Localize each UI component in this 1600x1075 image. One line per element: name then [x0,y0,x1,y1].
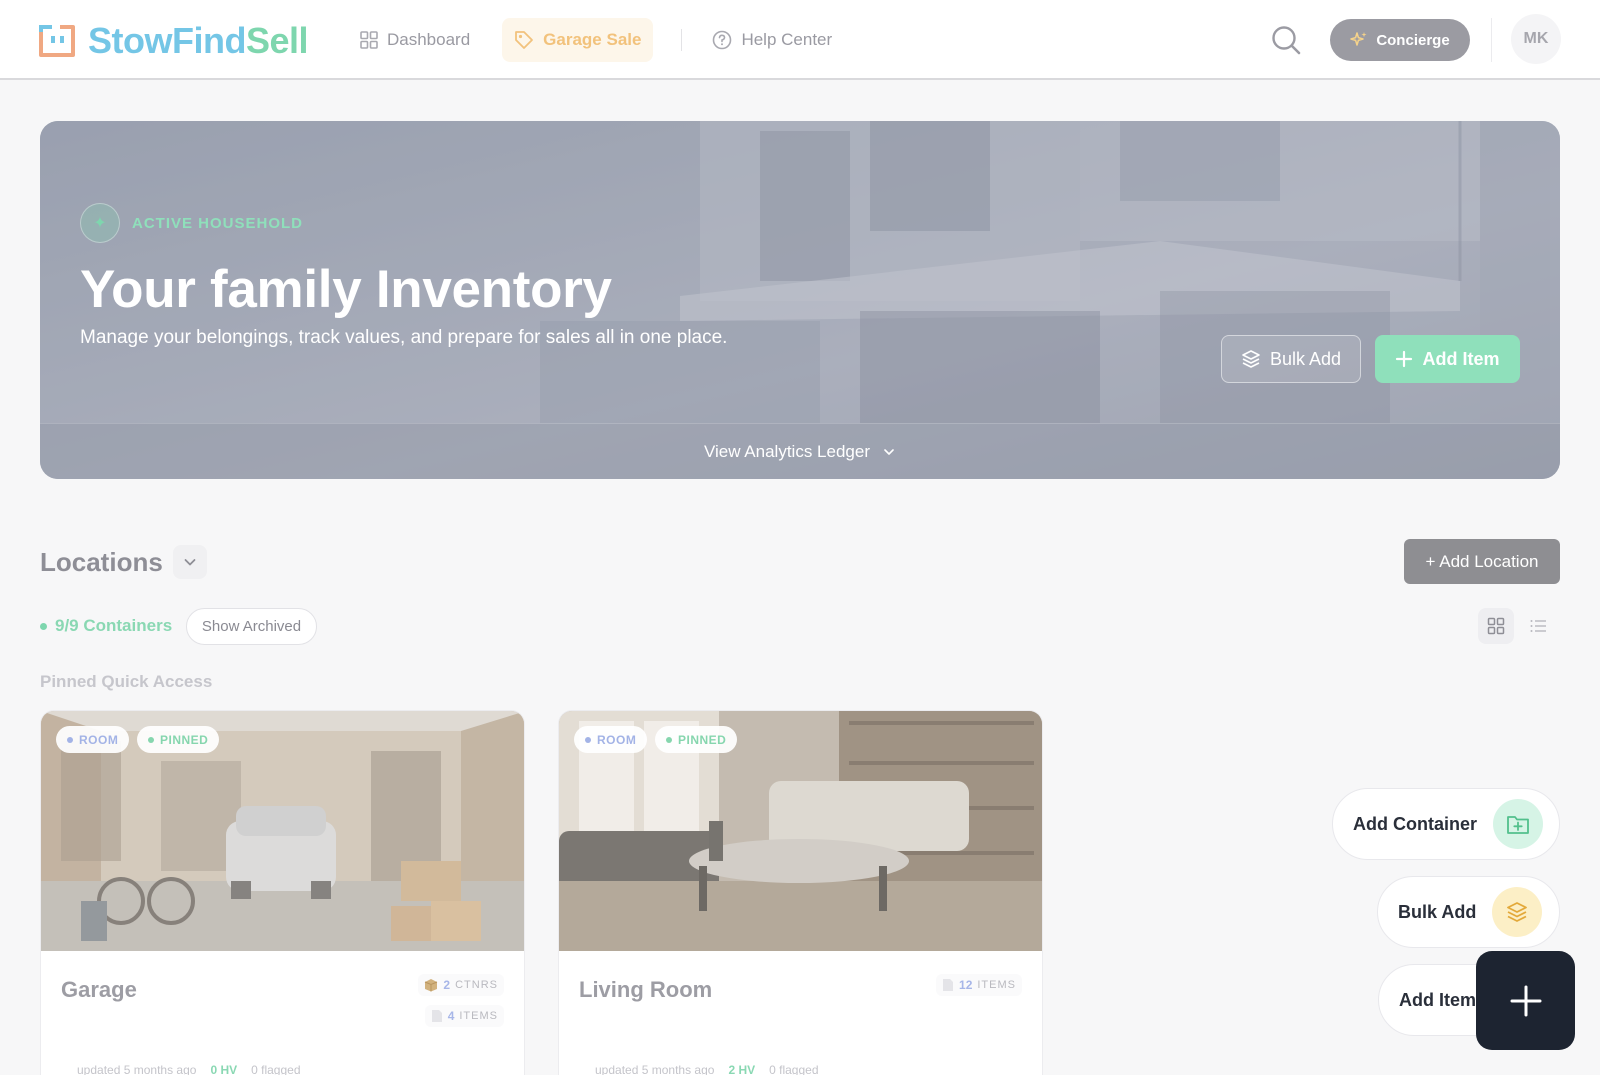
hero-bulk-add-button[interactable]: Bulk Add [1221,335,1361,383]
view-analytics-toggle[interactable]: View Analytics Ledger [40,423,1560,479]
nav-garage-sale-label: Garage Sale [543,30,642,49]
flagged-count: 0 flagged [251,1063,301,1075]
hero-add-item-label: Add Item [1422,348,1500,369]
active-household-label: ACTIVE HOUSEHOLD [132,214,304,232]
plus-icon [1510,985,1541,1016]
chevron-down-icon [184,559,196,566]
status-dot [40,622,47,630]
nav-garage-sale[interactable]: Garage Sale [502,18,654,62]
locations-collapse-button[interactable] [173,545,207,579]
fab-toggle-button[interactable] [1476,951,1575,1050]
fab-add-item-label: Add Item [1399,989,1477,1010]
list-icon [1530,620,1546,632]
fab-bulk-add-label: Bulk Add [1398,901,1477,922]
flagged-count: 0 flagged [769,1063,819,1075]
items-meta: 4 ITEMS [424,1005,504,1027]
active-household-badge: ✦ ACTIVE HOUSEHOLD [80,203,303,243]
nav-dashboard-label: Dashboard [387,30,471,49]
location-name: Garage [61,977,137,1002]
updated-timestamp: updated 5 months ago [77,1063,197,1075]
box-icon [425,979,438,992]
hero-bulk-add-label: Bulk Add [1269,348,1342,369]
containers-count: 9/9 Containers [40,616,172,636]
containers-count-label: 9/9 Containers [55,616,173,635]
document-icon [943,979,954,991]
brand-name-accent: Sell [245,20,309,61]
grid-view-button[interactable] [1478,608,1514,644]
view-analytics-label: View Analytics Ledger [703,441,870,461]
document-icon [431,1010,442,1022]
plus-icon [1396,350,1413,368]
page-title: Your family Inventory [80,260,612,319]
nav-help-center-label: Help Center [741,30,833,49]
show-archived-button[interactable]: Show Archived [186,608,317,645]
concierge-label: Concierge [1376,31,1450,49]
top-navigation-bar: StowFindSell Dashboard Garage Sale Help … [0,0,1600,80]
high-value-count: 2 HV [728,1063,756,1075]
pinned-tag: PINNED [655,726,738,753]
grid-icon [1487,617,1505,635]
brand-name-primary: StowFind [88,20,246,61]
nav-dashboard[interactable]: Dashboard [348,18,482,62]
sparkles-icon [1350,32,1367,46]
layers-icon [1492,887,1543,937]
folder-plus-icon [1493,799,1543,849]
help-circle-icon [713,30,732,50]
room-tag: ROOM [56,726,130,753]
items-meta: 12 ITEMS [936,974,1022,996]
header-divider [1491,18,1492,62]
location-name: Living Room [579,977,713,1002]
add-location-button[interactable]: + Add Location [1404,539,1560,584]
fab-add-container-label: Add Container [1353,813,1477,834]
brand-logo[interactable]: StowFindSell [38,20,309,62]
dashboard-grid-icon [360,31,378,49]
pinned-tag: PINNED [137,726,220,753]
updated-timestamp: updated 5 months ago [595,1063,715,1075]
location-card-living-room[interactable]: ROOM PINNED Living Room 12 ITEMS updated … [558,710,1043,1075]
nav-divider [681,29,683,51]
fab-bulk-add[interactable]: Bulk Add [1377,876,1560,948]
search-icon[interactable] [1270,24,1302,56]
location-card-garage[interactable]: ROOM PINNED Garage 2 CTNRS 4 ITEMS updated… [40,710,525,1075]
concierge-button[interactable]: Concierge [1330,19,1470,61]
page-subtitle: Manage your belongings, track values, an… [80,327,728,348]
card-footer: updated 5 months ago 0 HV 0 flagged [77,1063,301,1075]
locations-heading: Locations [40,547,163,577]
layers-icon [1242,350,1260,368]
tag-icon [515,31,534,49]
card-footer: updated 5 months ago 2 HV 0 flagged [595,1063,819,1075]
containers-meta: 2 CTNRS [418,974,504,996]
view-mode-toggle [1478,608,1556,644]
user-avatar[interactable]: MK [1511,14,1561,64]
main-nav: Dashboard Garage Sale Help Center [348,18,844,62]
nav-help-center[interactable]: Help Center [700,18,844,62]
household-hero-banner: ✦ ACTIVE HOUSEHOLD Your family Inventory… [40,121,1560,479]
high-value-count: 0 HV [210,1063,238,1075]
sparkle-icon: ✦ [80,203,120,243]
hero-add-item-button[interactable]: Add Item [1375,335,1520,383]
fab-add-container[interactable]: Add Container [1332,788,1560,860]
room-tag: ROOM [574,726,648,753]
chevron-down-icon [884,448,894,455]
logo-mark-icon [39,25,75,57]
pinned-quick-access-heading: Pinned Quick Access [40,672,213,691]
list-view-button[interactable] [1520,608,1556,644]
